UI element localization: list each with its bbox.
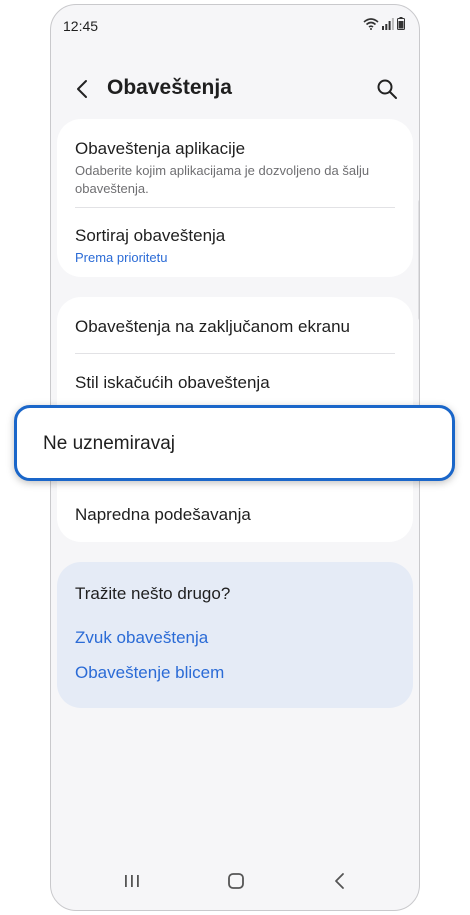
sort-notifications-item[interactable]: Sortiraj obaveštenja Prema prioritetu (75, 226, 395, 267)
sort-notifications-value: Prema prioritetu (75, 250, 168, 265)
divider (75, 353, 395, 354)
home-icon[interactable] (221, 866, 251, 896)
back-arrow-icon[interactable] (71, 77, 95, 101)
popup-style-item[interactable]: Stil iskačućih obaveštenja (75, 373, 395, 393)
flash-link[interactable]: Obaveštenje blicem (75, 663, 224, 683)
app-notifications-item[interactable]: Obaveštenja aplikacije Odaberite kojim a… (75, 139, 395, 198)
back-icon[interactable] (325, 866, 355, 896)
divider (75, 207, 395, 208)
status-time: 12:45 (63, 18, 99, 34)
do-not-disturb-item[interactable]: Ne uznemiravaj (14, 405, 455, 481)
sort-notifications-title: Sortiraj obaveštenja (75, 226, 226, 245)
navigation-bar (51, 866, 419, 896)
search-icon[interactable] (375, 77, 399, 101)
signal-icon (382, 17, 394, 35)
sound-link[interactable]: Zvuk obaveštenja (75, 628, 208, 648)
advanced-settings-title: Napredna podešavanja (75, 505, 251, 524)
suggestions-card: Tražite nešto drugo? Zvuk obaveštenja Ob… (57, 562, 413, 708)
lock-screen-item[interactable]: Obaveštenja na zaključanom ekranu (75, 317, 395, 337)
page-title: Obaveštenja (107, 76, 232, 99)
do-not-disturb-label: Ne uznemiravaj (43, 433, 175, 454)
advanced-settings-item[interactable]: Napredna podešavanja (75, 505, 395, 525)
status-icons (363, 17, 405, 35)
battery-icon (397, 17, 405, 35)
wifi-icon (363, 17, 379, 35)
lock-screen-title: Obaveštenja na zaključanom ekranu (75, 317, 350, 336)
side-button (418, 200, 419, 320)
suggestions-title: Tražite nešto drugo? (75, 584, 231, 603)
app-notifications-subtitle: Odaberite kojim aplikacijama je dozvolje… (75, 163, 370, 196)
app-notifications-title: Obaveštenja aplikacije (75, 139, 246, 158)
notifications-card: Obaveštenja aplikacije Odaberite kojim a… (57, 119, 413, 277)
popup-style-title: Stil iskačućih obaveštenja (75, 373, 270, 392)
recent-apps-icon[interactable] (117, 866, 147, 896)
app-header: Obaveštenja (51, 67, 419, 111)
